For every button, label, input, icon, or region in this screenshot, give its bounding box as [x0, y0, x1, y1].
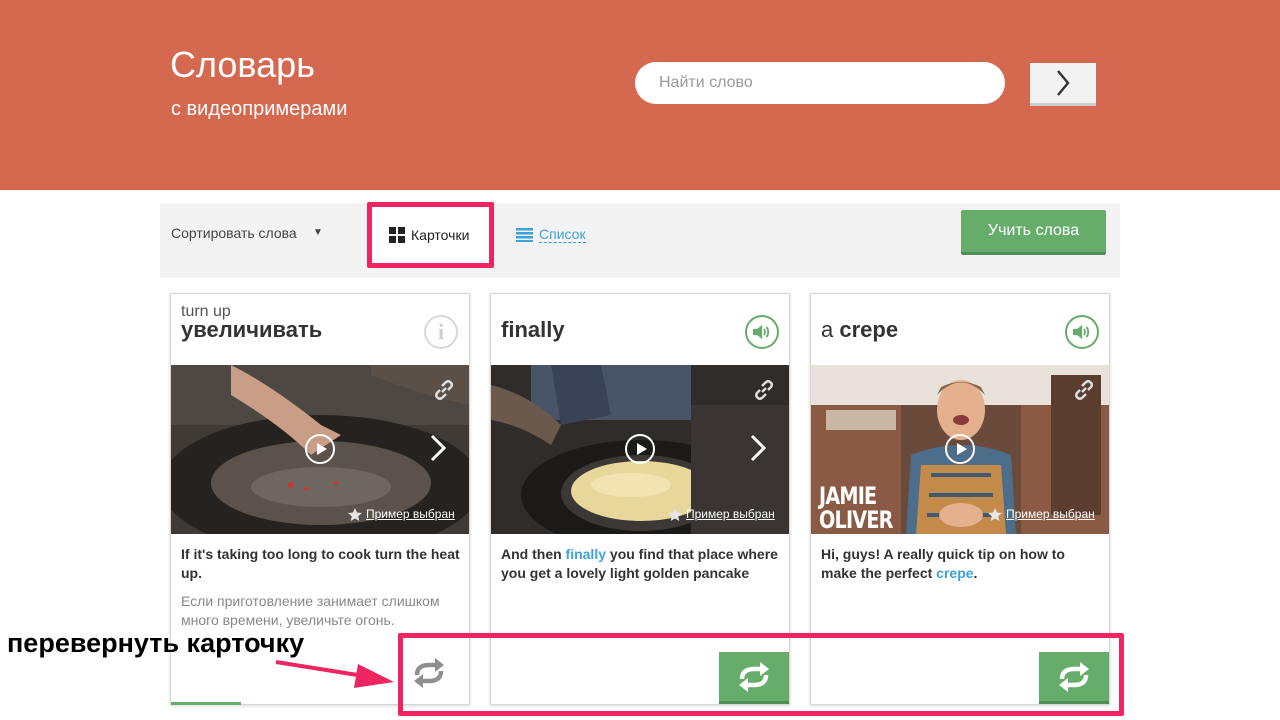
- sort-words-dropdown[interactable]: Сортировать слова: [171, 225, 297, 241]
- link-icon[interactable]: [753, 379, 775, 401]
- example-picked-label: Пример выбран: [1006, 507, 1095, 521]
- example-picked-link[interactable]: Пример выбран: [668, 507, 775, 521]
- search-submit-button[interactable]: [1030, 63, 1096, 106]
- card-progress-strip: [171, 702, 241, 705]
- link-icon[interactable]: [433, 379, 455, 401]
- example-picked-label: Пример выбран: [686, 507, 775, 521]
- card-word: a crepe: [821, 317, 899, 342]
- view-list-label: Список: [539, 226, 586, 243]
- card-word: finally: [501, 317, 565, 342]
- annotation-arrow-icon: [275, 660, 394, 688]
- star-icon: [348, 507, 362, 521]
- list-icon: [516, 227, 533, 242]
- play-icon[interactable]: [945, 434, 975, 464]
- example-picked-link[interactable]: Пример выбран: [348, 507, 455, 521]
- view-list-button[interactable]: Список: [516, 226, 586, 243]
- star-icon: [668, 507, 682, 521]
- highlighted-word: finally: [565, 546, 607, 562]
- highlight-cards-button: [367, 202, 494, 268]
- chevron-right-icon: [1057, 70, 1070, 96]
- dropdown-arrow-icon[interactable]: ▼: [313, 227, 323, 238]
- header-wave-edge: [0, 170, 1280, 194]
- example-sentence: And then finally you find that place whe…: [501, 546, 778, 581]
- example-sentence: Hi, guys! A really quick tip on how to m…: [821, 546, 1065, 581]
- video-thumbnail[interactable]: Пример выбран: [171, 365, 469, 534]
- card-word: увеличивать: [181, 317, 323, 342]
- example-picked-label: Пример выбран: [366, 507, 455, 521]
- video-thumbnail[interactable]: JAMIE OLIVER Пример выбран: [811, 365, 1109, 534]
- annotation-label: перевернуть карточку: [7, 628, 305, 658]
- site-title[interactable]: Словарь: [170, 44, 315, 86]
- next-example-icon[interactable]: [749, 433, 767, 463]
- learn-words-button[interactable]: Учить слова: [961, 210, 1106, 255]
- highlight-flip-buttons: [398, 633, 1124, 716]
- video-thumbnail[interactable]: Пример выбран: [491, 365, 789, 534]
- play-icon[interactable]: [305, 434, 335, 464]
- example-translation: Если приготовление занимает слишком мног…: [181, 593, 440, 628]
- next-example-icon[interactable]: [429, 433, 447, 463]
- sound-icon[interactable]: [1065, 315, 1099, 349]
- link-icon[interactable]: [1073, 379, 1095, 401]
- sound-icon[interactable]: [745, 315, 779, 349]
- search-input[interactable]: [635, 62, 1005, 104]
- site-subtitle: с видеопримерами: [171, 98, 348, 120]
- star-icon: [988, 507, 1002, 521]
- overlay-name-2: OLIVER: [819, 506, 893, 534]
- example-sentence: If it's taking too long to cook turn the…: [181, 546, 460, 581]
- info-icon[interactable]: i: [424, 315, 458, 349]
- example-picked-link[interactable]: Пример выбран: [988, 507, 1095, 521]
- highlighted-word: crepe: [936, 564, 974, 581]
- play-icon[interactable]: [625, 434, 655, 464]
